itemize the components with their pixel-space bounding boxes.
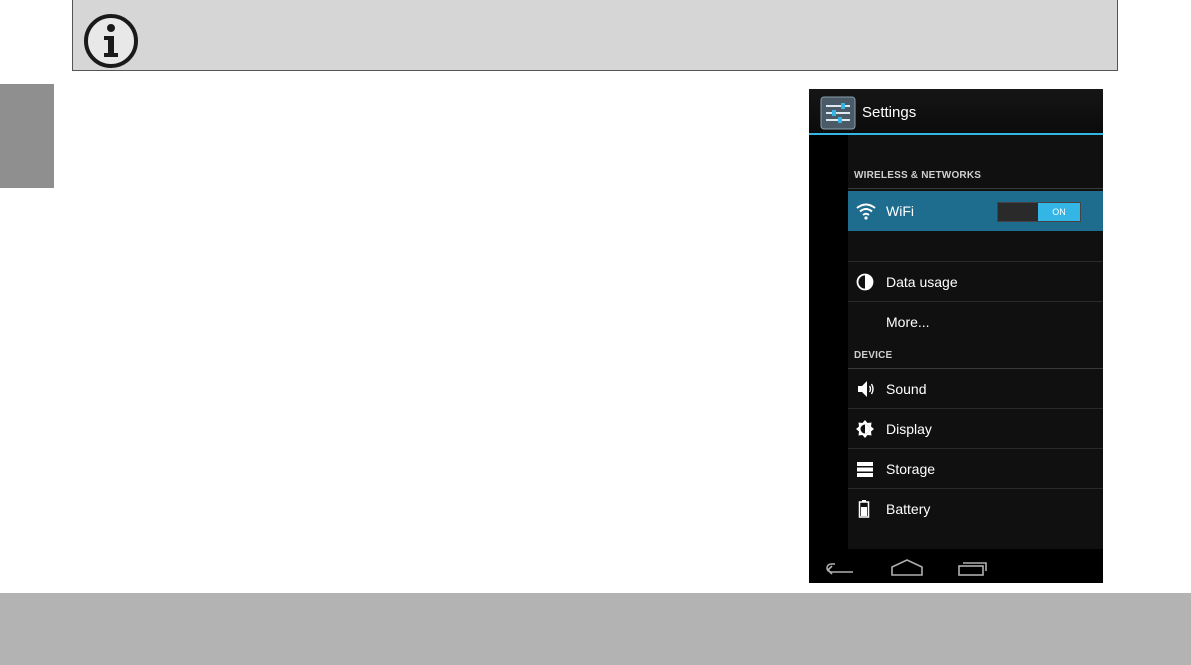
settings-item-label: Display — [886, 421, 932, 437]
storage-icon — [857, 462, 873, 477]
toggle-state: ON — [1038, 203, 1080, 221]
settings-item-sound[interactable]: Sound — [848, 369, 1103, 409]
tablet-screenshot: Settings WIRELESS & NETWORKS WiFi ON Dat… — [809, 89, 1103, 583]
settings-item-more[interactable]: More... — [848, 302, 1103, 342]
back-icon[interactable] — [823, 557, 857, 577]
info-note-bar — [72, 0, 1118, 71]
settings-item-storage[interactable]: Storage — [848, 449, 1103, 489]
settings-item-label: Battery — [886, 501, 931, 517]
sound-icon — [858, 381, 874, 397]
data-usage-icon — [856, 273, 874, 291]
settings-item-wifi[interactable]: WiFi ON — [848, 191, 1103, 231]
info-icon — [84, 14, 138, 68]
settings-item-label: Data usage — [886, 274, 958, 290]
section-divider — [848, 188, 1103, 189]
settings-list: WIRELESS & NETWORKS WiFi ON Data usage M… — [848, 135, 1103, 549]
home-icon[interactable] — [890, 557, 924, 577]
section-header-wireless: WIRELESS & NETWORKS — [854, 170, 982, 181]
action-bar: Settings — [809, 89, 1103, 135]
settings-item-label: Storage — [886, 461, 936, 477]
footer-bar — [0, 593, 1191, 665]
navigation-bar — [809, 549, 1103, 583]
battery-icon — [858, 500, 870, 518]
recent-apps-icon[interactable] — [956, 557, 990, 577]
settings-item-label: More... — [886, 314, 930, 330]
settings-item-battery[interactable]: Battery — [848, 489, 1103, 529]
display-icon — [856, 420, 874, 438]
settings-item-empty — [848, 231, 1103, 262]
settings-app-icon[interactable] — [820, 96, 856, 130]
settings-item-label: Sound — [886, 381, 927, 397]
page-title: Settings — [862, 104, 917, 121]
settings-item-data-usage[interactable]: Data usage — [848, 262, 1103, 302]
wifi-toggle[interactable]: ON — [997, 202, 1081, 222]
section-header-device: DEVICE — [854, 350, 893, 361]
wifi-icon — [856, 203, 876, 220]
language-side-tab — [0, 84, 54, 188]
settings-item-display[interactable]: Display — [848, 409, 1103, 449]
settings-item-label: WiFi — [886, 203, 914, 219]
